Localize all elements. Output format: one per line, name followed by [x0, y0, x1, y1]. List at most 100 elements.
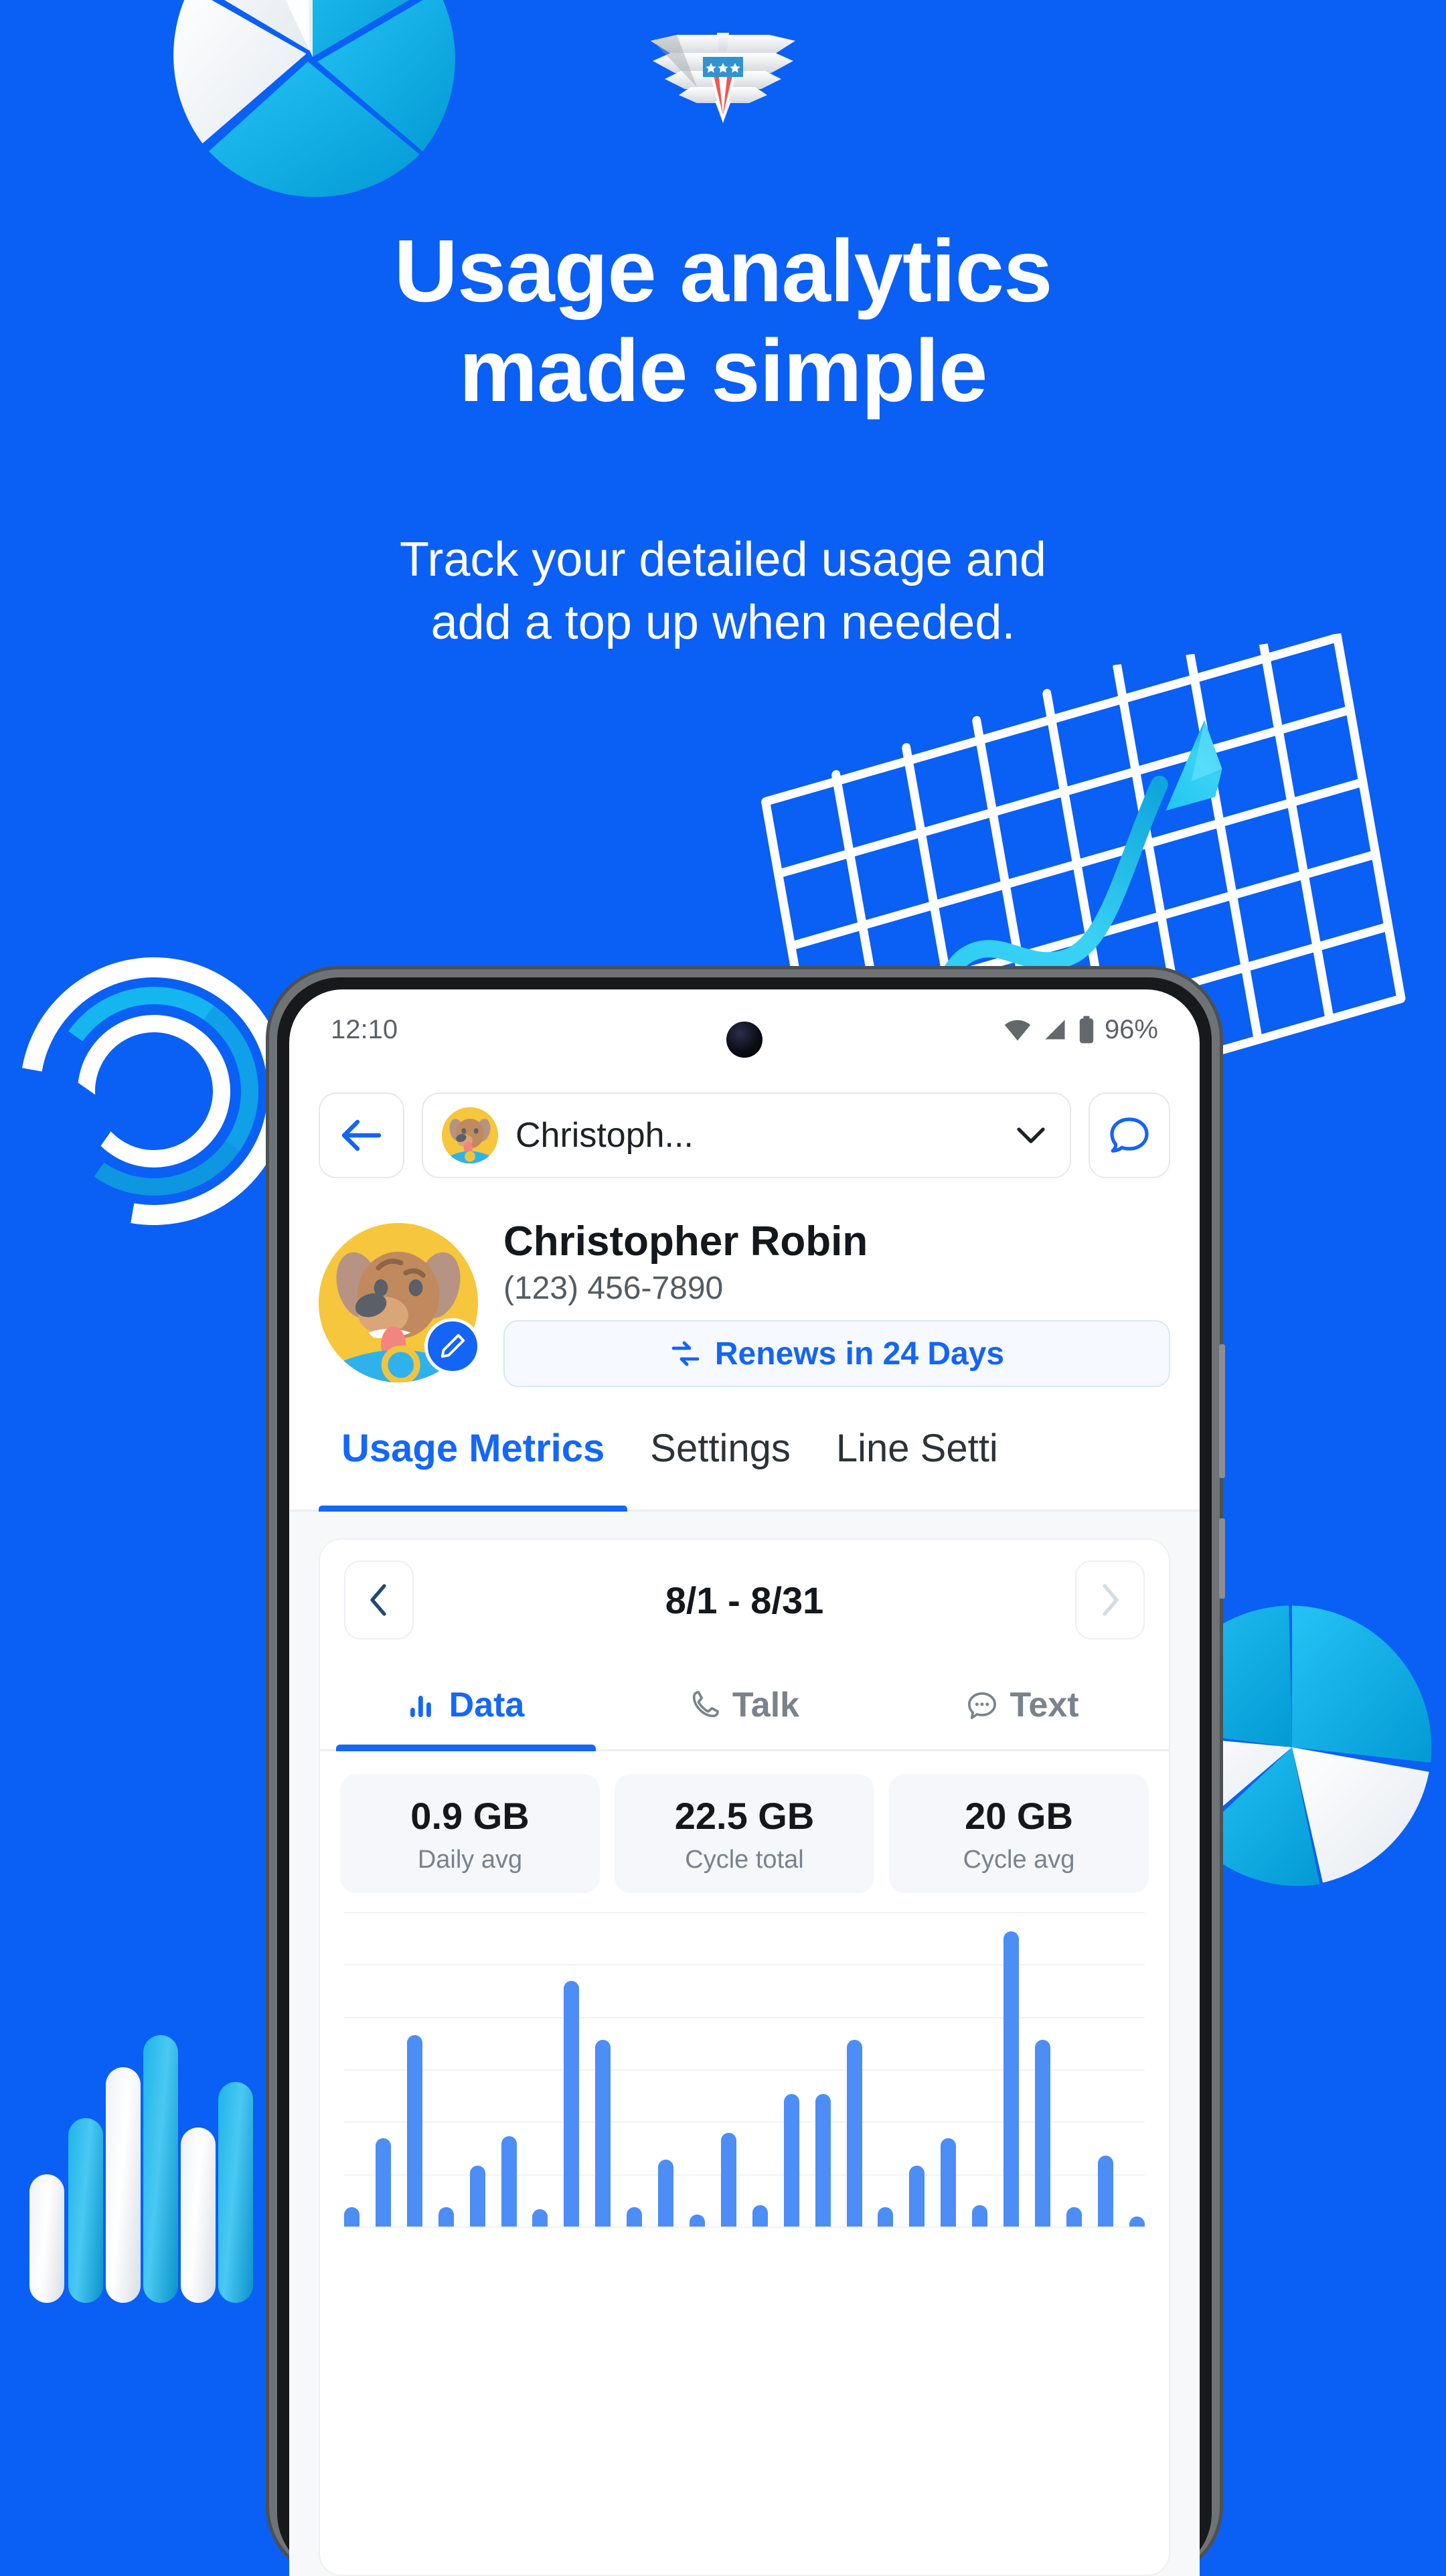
deco-bar [68, 2118, 103, 2303]
chart-bar[interactable] [878, 2206, 894, 2227]
stat-label: Cycle total [685, 1846, 804, 1874]
arrow-left-icon [341, 1119, 382, 1151]
renewal-status-badge[interactable]: Renews in 24 Days [503, 1320, 1170, 1388]
chart-bar[interactable] [595, 2039, 611, 2227]
battery-icon [1079, 1016, 1094, 1044]
page-title: Usage analytics made simple [0, 221, 1446, 420]
back-button[interactable] [319, 1093, 404, 1178]
phone-icon [692, 1690, 719, 1717]
main-tab-bar: Usage Metrics Settings Line Setti [289, 1411, 1200, 1512]
stat-value: 20 GB [965, 1795, 1073, 1837]
account-selector[interactable]: Christoph... [422, 1093, 1071, 1178]
stat-label: Daily avg [417, 1846, 523, 1874]
chart-bars [344, 1912, 1145, 2227]
previous-period-button[interactable] [344, 1560, 414, 1639]
tab-line-settings[interactable]: Line Setti [813, 1411, 1021, 1512]
stat-card-daily-avg: 0.9 GB Daily avg [340, 1774, 600, 1893]
edit-avatar-button[interactable] [424, 1318, 481, 1374]
phone-side-button-volume [1219, 1344, 1225, 1478]
deco-bar [29, 2174, 64, 2303]
3d-bars-decoration [13, 2035, 254, 2303]
chart-bar[interactable] [689, 2215, 705, 2227]
chart-bar[interactable] [1066, 2206, 1082, 2227]
chart-bar[interactable] [720, 2133, 736, 2227]
usage-metrics-panel: 8/1 - 8/31 Data Talk Text 0.9 GB Daily a… [289, 1512, 1200, 2576]
tab-usage-metrics[interactable]: Usage Metrics [319, 1411, 628, 1512]
cellular-signal-icon [1045, 1020, 1065, 1040]
chart-bar[interactable] [1003, 1931, 1020, 2227]
chart-bar[interactable] [815, 2093, 831, 2227]
subhead-line-1: Track your detailed usage and [400, 533, 1046, 586]
subtab-data[interactable]: Data [327, 1660, 605, 1751]
renewal-label: Renews in 24 Days [714, 1336, 1005, 1372]
chevron-down-icon [1016, 1125, 1046, 1145]
chart-bar[interactable] [783, 2093, 799, 2227]
chart-bar[interactable] [909, 2165, 925, 2227]
status-time: 12:10 [331, 1014, 398, 1044]
dog-avatar-small [442, 1107, 498, 1163]
avatar[interactable] [319, 1223, 481, 1382]
chart-bar[interactable] [532, 2208, 548, 2227]
headline-line-2: made simple [459, 321, 988, 420]
usage-stat-cards: 0.9 GB Daily avg 22.5 GB Cycle total 20 … [320, 1751, 1169, 1903]
chevron-left-icon [370, 1584, 386, 1616]
chart-bar[interactable] [469, 2165, 485, 2227]
profile-section: Christopher Robin (123) 456-7890 Renews … [289, 1202, 1200, 1403]
chart-bar[interactable] [1097, 2156, 1113, 2227]
stat-card-cycle-total: 22.5 GB Cycle total [615, 1774, 874, 1893]
message-dots-icon [968, 1692, 997, 1719]
date-range-label: 8/1 - 8/31 [665, 1579, 824, 1621]
account-name: Christoph... [515, 1116, 694, 1155]
subtab-talk-label: Talk [732, 1685, 800, 1724]
chart-gridline [344, 2227, 1145, 2228]
usage-card: 8/1 - 8/31 Data Talk Text 0.9 GB Daily a… [319, 1538, 1170, 2576]
chart-bar[interactable] [375, 2138, 391, 2227]
stat-value: 22.5 GB [674, 1795, 815, 1837]
stat-label: Cycle avg [963, 1846, 1075, 1874]
chart-bar[interactable] [1129, 2217, 1145, 2227]
chevron-right-icon [1103, 1584, 1119, 1616]
chart-bar[interactable] [846, 2039, 862, 2227]
phone-mockup: 12:10 96% Christoph... Christopher Robin… [269, 969, 1225, 2576]
concentric-arcs-decoration [0, 904, 341, 1278]
wifi-icon [1004, 1020, 1031, 1041]
chart-bar[interactable] [501, 2136, 517, 2227]
arc-inner-white [48, 985, 260, 1198]
stat-card-cycle-avg: 20 GB Cycle avg [889, 1774, 1149, 1893]
chart-bar[interactable] [344, 2206, 359, 2227]
chart-bar[interactable] [438, 2206, 454, 2227]
chart-bar[interactable] [941, 2138, 957, 2227]
bar-chart-icon [410, 1695, 431, 1717]
chart-bar[interactable] [627, 2206, 643, 2227]
chart-bar[interactable] [564, 1980, 580, 2227]
subtab-talk[interactable]: Talk [605, 1660, 884, 1749]
subtab-data-label: Data [449, 1685, 525, 1724]
dog-avatar-icon [442, 1107, 498, 1163]
subtab-text-label: Text [1010, 1685, 1079, 1724]
chat-bubble-icon [1110, 1117, 1149, 1153]
app-header: Christoph... [289, 1075, 1200, 1196]
status-indicators: 96% [1003, 1015, 1158, 1045]
brand-logo [623, 27, 823, 127]
page-subtitle: Track your detailed usage and add a top … [0, 529, 1446, 654]
chart-bar[interactable] [658, 2160, 674, 2227]
chart-bar[interactable] [1034, 2039, 1050, 2227]
chart-bar[interactable] [406, 2034, 422, 2227]
arc-mid-cyan [33, 970, 275, 1212]
chat-button[interactable] [1089, 1093, 1170, 1178]
deco-bar [143, 2035, 178, 2303]
subtab-text[interactable]: Text [884, 1660, 1162, 1749]
deco-bar [181, 2127, 216, 2303]
chart-bar[interactable] [752, 2204, 768, 2227]
pencil-edit-icon [440, 1334, 465, 1358]
date-range-selector: 8/1 - 8/31 [320, 1540, 1169, 1660]
headline-line-1: Usage analytics [394, 222, 1053, 320]
profile-name: Christopher Robin [503, 1218, 868, 1265]
phone-bezel: 12:10 96% Christoph... Christopher Robin… [277, 977, 1212, 2576]
phone-screen: 12:10 96% Christoph... Christopher Robin… [289, 989, 1200, 2576]
phone-side-button-power [1219, 1518, 1225, 1599]
next-period-button[interactable] [1075, 1560, 1145, 1639]
chart-bar[interactable] [972, 2204, 988, 2227]
battery-percent: 96% [1104, 1014, 1158, 1044]
tab-settings[interactable]: Settings [627, 1411, 813, 1512]
